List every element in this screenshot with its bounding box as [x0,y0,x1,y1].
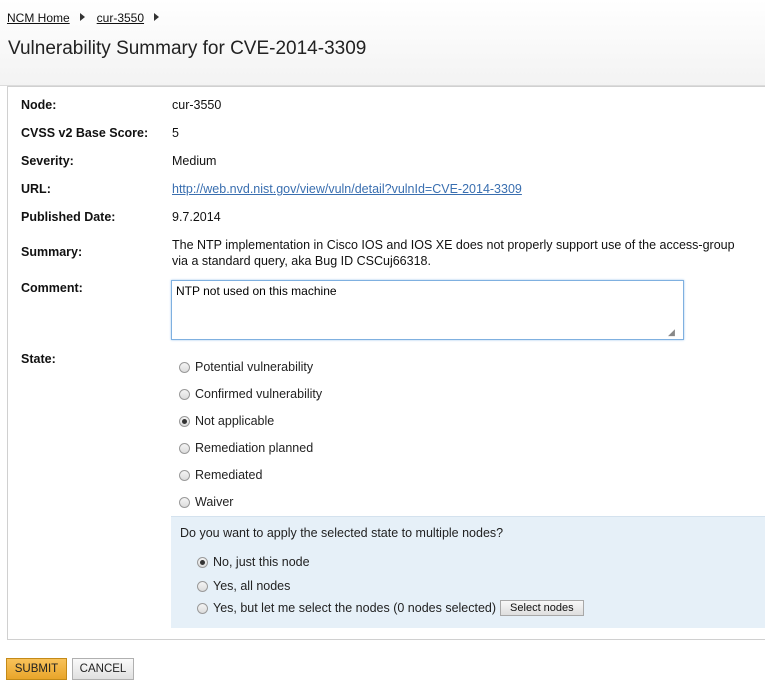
multi-option-label: Yes, but let me select the nodes (0 node… [213,601,497,615]
state-option-potential[interactable]: Potential vulnerability [179,360,313,374]
resize-grip-icon[interactable]: ◢ [668,327,675,338]
state-option-not-applicable[interactable]: Not applicable [179,414,274,428]
comment-label: Comment: [21,281,83,295]
multi-node-panel: Do you want to apply the selected state … [171,516,765,628]
summary-label: Summary: [21,245,83,259]
multi-option-label: No, just this node [213,555,310,569]
summary-line: via a standard query, aka Bug ID CSCuj66… [172,254,431,268]
details-panel: Node: cur-3550 CVSS v2 Base Score: 5 Sev… [7,86,765,640]
cvss-value: 5 [172,126,179,140]
breadcrumb: NCM Home cur-3550 [7,11,171,25]
state-option-label: Confirmed vulnerability [195,387,323,401]
breadcrumb-arrow-icon [79,13,85,21]
radio-icon[interactable] [179,496,190,508]
state-option-confirmed[interactable]: Confirmed vulnerability [179,387,322,401]
submit-button[interactable]: SUBMIT [6,658,67,680]
published-date-value: 9.7.2014 [172,210,221,224]
summary-line: The NTP implementation in Cisco IOS and … [172,238,735,252]
breadcrumb-ncm-home-link[interactable]: NCM Home [7,11,70,25]
state-option-label: Not applicable [195,414,275,428]
radio-icon[interactable] [197,602,208,614]
state-label: State: [21,352,56,366]
multi-node-question: Do you want to apply the selected state … [180,526,504,540]
state-option-remediated[interactable]: Remediated [179,468,262,482]
cancel-button[interactable]: CANCEL [72,658,134,680]
radio-checked-icon[interactable] [179,415,190,427]
radio-checked-icon[interactable] [197,556,208,568]
node-value: cur-3550 [172,98,222,112]
multi-option-this-node[interactable]: No, just this node [197,555,310,569]
state-option-label: Remediated [195,468,263,482]
state-option-remediation-planned[interactable]: Remediation planned [179,441,313,455]
state-option-label: Waiver [195,495,234,509]
radio-icon[interactable] [179,388,190,400]
cvss-label: CVSS v2 Base Score: [21,126,149,140]
state-option-label: Remediation planned [195,441,314,455]
radio-icon[interactable] [179,361,190,373]
multi-option-select-nodes[interactable]: Yes, but let me select the nodes (0 node… [197,600,584,616]
state-option-label: Potential vulnerability [195,360,314,374]
breadcrumb-arrow-icon [154,13,160,21]
radio-icon[interactable] [179,469,190,481]
node-label: Node: [21,98,57,112]
select-nodes-button[interactable]: Select nodes [500,600,584,616]
multi-option-all-nodes[interactable]: Yes, all nodes [197,579,290,593]
radio-icon[interactable] [179,442,190,454]
state-option-waiver[interactable]: Waiver [179,495,233,509]
page-title: Vulnerability Summary for CVE-2014-3309 [8,38,367,59]
published-date-label: Published Date: [21,210,116,224]
url-label: URL: [21,182,51,196]
summary-text: The NTP implementation in Cisco IOS and … [172,237,765,269]
comment-field[interactable]: NTP not used on this machine [171,280,684,340]
severity-value: Medium [172,154,217,168]
header-bar: NCM Home cur-3550 Vulnerability Summary f… [0,0,765,86]
nvd-url-link[interactable]: http://web.nvd.nist.gov/view/vuln/detail… [172,182,522,196]
radio-icon[interactable] [197,580,208,592]
multi-option-label: Yes, all nodes [213,579,291,593]
breadcrumb-node-link[interactable]: cur-3550 [97,11,144,25]
severity-label: Severity: [21,154,74,168]
